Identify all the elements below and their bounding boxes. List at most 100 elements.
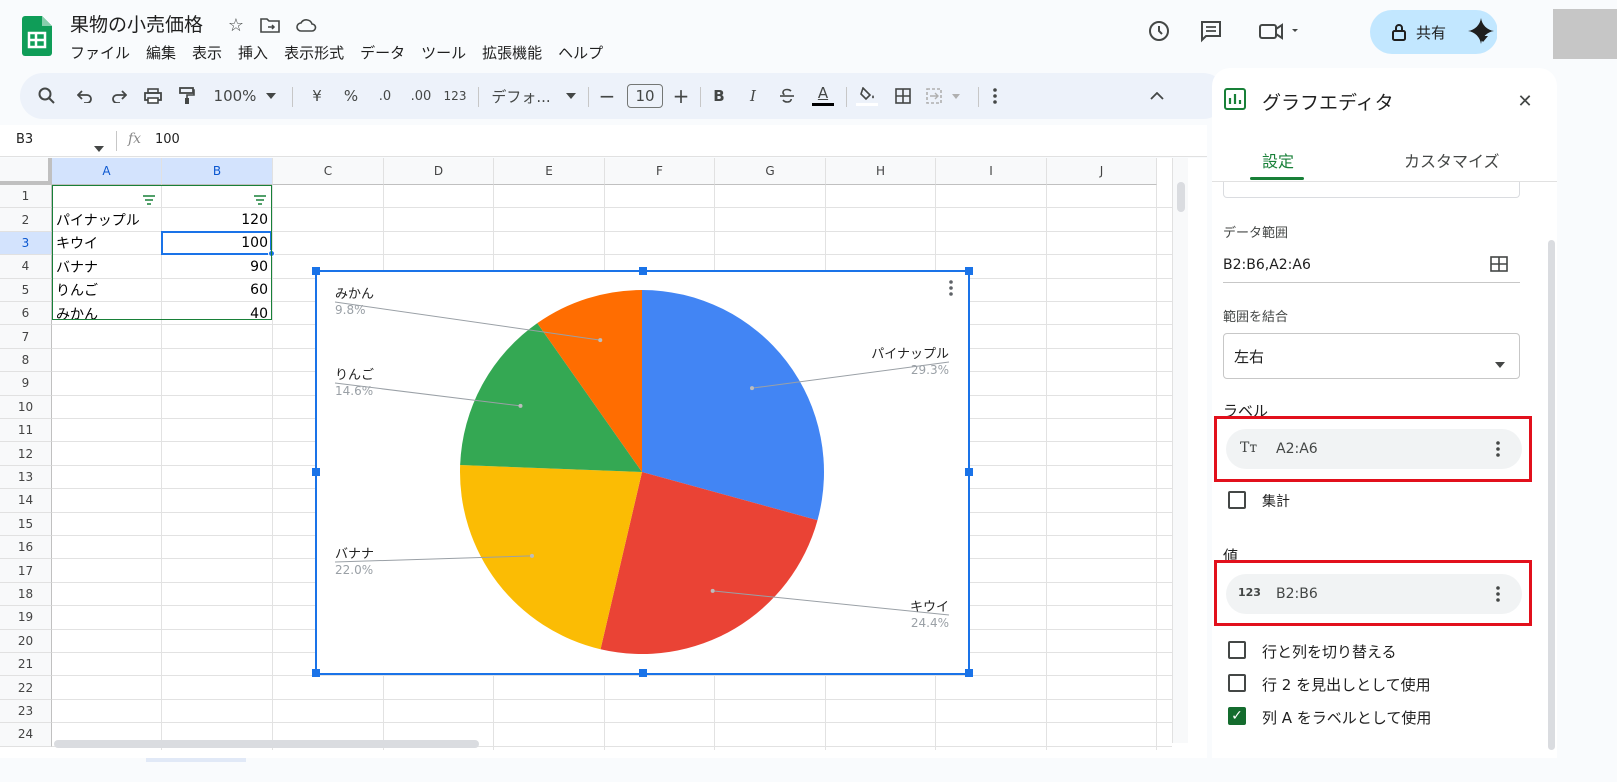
pie-chart[interactable]: パイナップル 29.3% キウイ 24.4% バナナ 22.0% りんご 14.6% みかん 9.… — [312, 267, 973, 677]
menu-insert[interactable]: 挿入 — [230, 42, 276, 63]
table-cell[interactable]: 40 — [162, 302, 272, 325]
row-header[interactable]: 22 — [0, 676, 52, 700]
column-header[interactable]: F — [605, 158, 715, 185]
column-header[interactable]: I — [936, 158, 1047, 185]
gemini-icon[interactable] — [1466, 16, 1496, 46]
panel-scroll-thumb[interactable] — [1548, 240, 1555, 750]
column-header[interactable]: D — [384, 158, 494, 185]
row-header[interactable]: 16 — [0, 536, 52, 560]
tab-customize[interactable]: カスタマイズ — [1404, 148, 1500, 172]
select-all-corner[interactable] — [0, 158, 52, 185]
resize-handle[interactable] — [965, 267, 973, 275]
row-header[interactable]: 17 — [0, 559, 52, 583]
filter-icon[interactable] — [142, 190, 156, 209]
row-header[interactable]: 20 — [0, 629, 52, 653]
redo-icon[interactable] — [104, 73, 134, 119]
print-icon[interactable] — [138, 73, 168, 119]
row-header[interactable]: 6 — [0, 302, 52, 326]
row-header[interactable]: 19 — [0, 606, 52, 630]
menu-extensions[interactable]: 拡張機能 — [474, 42, 550, 63]
table-cell[interactable]: パイナップル — [52, 208, 162, 231]
resize-handle[interactable] — [312, 468, 320, 476]
chart-menu-icon[interactable] — [949, 280, 953, 300]
decrease-decimal-button[interactable]: .0 — [370, 73, 400, 119]
menu-tools[interactable]: ツール — [413, 42, 474, 63]
table-cell[interactable]: キウイ — [52, 232, 162, 255]
table-cell[interactable]: 120 — [162, 208, 272, 231]
resize-handle[interactable] — [312, 267, 320, 275]
row-header[interactable]: 9 — [0, 372, 52, 396]
cloud-status-icon[interactable] — [294, 14, 318, 36]
resize-handle[interactable] — [312, 669, 320, 677]
table-cell[interactable]: 90 — [162, 255, 272, 278]
paint-format-icon[interactable] — [172, 73, 202, 119]
table-cell[interactable]: みかん — [52, 302, 162, 325]
increase-font-size-icon[interactable]: + — [668, 73, 694, 119]
use-column-as-labels-checkbox[interactable]: ✓ — [1228, 707, 1246, 725]
document-title[interactable]: 果物の小売価格 — [70, 10, 203, 37]
column-header[interactable]: G — [715, 158, 826, 185]
column-header[interactable]: B — [162, 158, 273, 185]
vertical-scroll-thumb[interactable] — [1177, 182, 1185, 212]
borders-icon[interactable] — [888, 73, 918, 119]
increase-decimal-button[interactable]: .00 — [404, 73, 438, 119]
column-header[interactable]: C — [273, 158, 384, 185]
row-header[interactable]: 18 — [0, 582, 52, 607]
table-cell[interactable]: りんご — [52, 279, 162, 302]
row-header[interactable]: 12 — [0, 442, 52, 466]
menu-format[interactable]: 表示形式 — [276, 42, 352, 63]
font-size-input[interactable]: 10 — [626, 73, 664, 119]
horizontal-scroll-thumb[interactable] — [54, 740, 479, 748]
zoom-dropdown-icon[interactable] — [264, 73, 278, 119]
row-header[interactable]: 4 — [0, 255, 52, 279]
row-header[interactable]: 24 — [0, 723, 52, 747]
text-color-button[interactable]: A — [808, 73, 838, 119]
font-dropdown-icon[interactable] — [560, 73, 582, 119]
table-cell[interactable]: 60 — [162, 279, 272, 302]
italic-button[interactable]: I — [738, 73, 768, 119]
name-box[interactable]: B3 — [16, 132, 33, 147]
horizontal-scrollbar[interactable] — [52, 738, 1172, 750]
row-header[interactable]: 1 — [0, 185, 52, 209]
hide-menus-icon[interactable] — [1142, 73, 1172, 119]
avatar[interactable] — [1553, 9, 1617, 59]
currency-format-button[interactable]: ¥ — [302, 73, 332, 119]
column-header[interactable]: H — [826, 158, 936, 185]
row-header[interactable]: 23 — [0, 699, 52, 724]
menu-view[interactable]: 表示 — [184, 42, 230, 63]
undo-icon[interactable] — [70, 73, 100, 119]
row-header[interactable]: 11 — [0, 419, 52, 443]
row-header[interactable]: 8 — [0, 348, 52, 373]
row-header[interactable]: 7 — [0, 325, 52, 349]
row-header[interactable]: 13 — [0, 465, 52, 490]
comments-icon[interactable] — [1198, 18, 1224, 44]
sheets-logo-icon[interactable] — [22, 16, 52, 56]
vertical-scrollbar[interactable] — [1172, 158, 1188, 743]
strikethrough-icon[interactable] — [772, 73, 802, 119]
menu-help[interactable]: ヘルプ — [550, 42, 611, 63]
font-family-select[interactable]: デフォ... — [488, 73, 554, 119]
row-header[interactable]: 5 — [0, 278, 52, 302]
menu-data[interactable]: データ — [352, 42, 413, 63]
row-header[interactable]: 21 — [0, 653, 52, 677]
menu-file[interactable]: ファイル — [70, 42, 138, 63]
row-header[interactable]: 10 — [0, 395, 52, 419]
merge-cells-icon[interactable] — [924, 73, 964, 119]
resize-handle[interactable] — [639, 669, 647, 677]
move-folder-icon[interactable] — [259, 14, 281, 36]
combine-ranges-select[interactable]: 左右 — [1223, 333, 1520, 379]
aggregate-checkbox[interactable] — [1228, 491, 1246, 509]
column-header[interactable]: A — [52, 158, 162, 185]
row-header[interactable]: 15 — [0, 512, 52, 536]
tab-setup[interactable]: 設定 — [1262, 148, 1294, 172]
star-icon[interactable]: ☆ — [225, 14, 247, 36]
menu-edit[interactable]: 編集 — [138, 42, 184, 63]
fill-color-icon[interactable] — [852, 73, 882, 119]
select-range-icon[interactable] — [1490, 256, 1508, 276]
row-header[interactable]: 14 — [0, 489, 52, 513]
search-menus-icon[interactable] — [32, 73, 62, 119]
row-header[interactable]: 3 — [0, 231, 52, 256]
column-header[interactable]: J — [1047, 158, 1157, 185]
row-header[interactable]: 2 — [0, 208, 52, 232]
number-format-button[interactable]: 123 — [440, 73, 470, 119]
